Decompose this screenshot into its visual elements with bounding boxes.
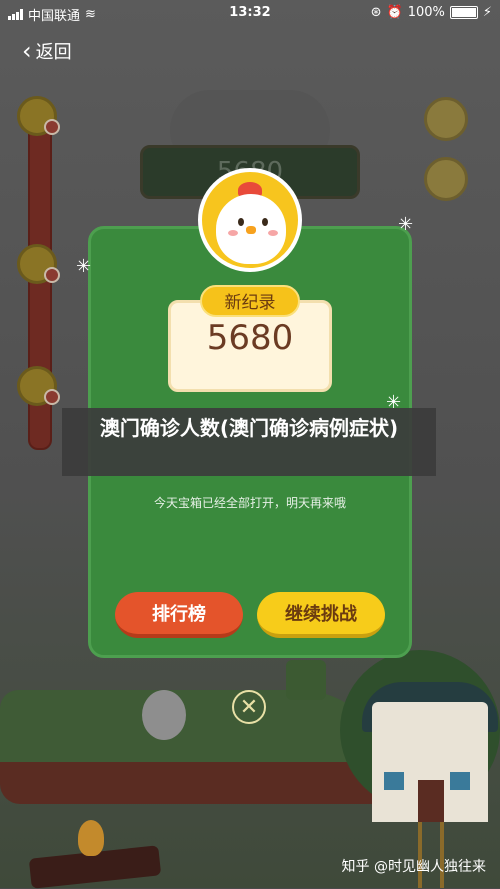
rotation-lock-icon: ⊛: [370, 5, 382, 20]
dialog-subtitle: 今天宝箱已经全部打开，明天再来哦: [153, 496, 346, 510]
article-title: 澳门确诊人数(澳门确诊病例症状): [62, 408, 436, 476]
charging-icon: ⚡: [482, 5, 492, 20]
record-score: 5680: [206, 318, 294, 358]
alarm-icon: ⏰: [386, 5, 403, 20]
chick-eye: [262, 218, 268, 226]
tree-icon: [286, 660, 326, 700]
leaderboard-button[interactable]: 排行榜: [115, 592, 243, 638]
ground-edge: [0, 762, 400, 804]
continue-challenge-button[interactable]: 继续挑战: [257, 592, 385, 638]
chick-beak: [246, 226, 256, 234]
ladder-icon: [418, 822, 444, 888]
house-window: [450, 772, 470, 790]
status-bar: 中国联通 ≋ 13:32 ⊛ ⏰ 100% ⚡: [0, 0, 500, 26]
chick-cheek: [228, 230, 238, 236]
battery-percent: 100%: [407, 5, 445, 20]
sparkle-icon: ✳: [76, 256, 92, 277]
medal-icon: [17, 244, 60, 284]
medal-icon: [17, 96, 60, 136]
speaker-icon[interactable]: [424, 157, 468, 201]
house-window: [384, 772, 404, 790]
chick-eye: [238, 218, 244, 226]
trophy-icon[interactable]: [424, 97, 468, 141]
medal-icon: [17, 366, 60, 406]
back-button[interactable]: ‹ 返回: [22, 38, 72, 64]
flame-icon: [78, 820, 104, 856]
house-door: [418, 780, 444, 822]
chevron-left-icon: ‹: [22, 37, 32, 65]
back-label: 返回: [35, 42, 72, 63]
close-icon[interactable]: ✕: [232, 690, 266, 724]
status-right: ⊛ ⏰ 100% ⚡: [371, 5, 492, 20]
chick-cheek: [268, 230, 278, 236]
new-record-badge: 新纪录: [200, 285, 300, 317]
sparkle-icon: ✳: [398, 214, 414, 235]
chicken-character: [142, 690, 186, 740]
chick-avatar: [198, 168, 302, 272]
watermark: 知乎 @时见幽人独往来: [341, 859, 486, 875]
battery-icon: [449, 6, 478, 19]
